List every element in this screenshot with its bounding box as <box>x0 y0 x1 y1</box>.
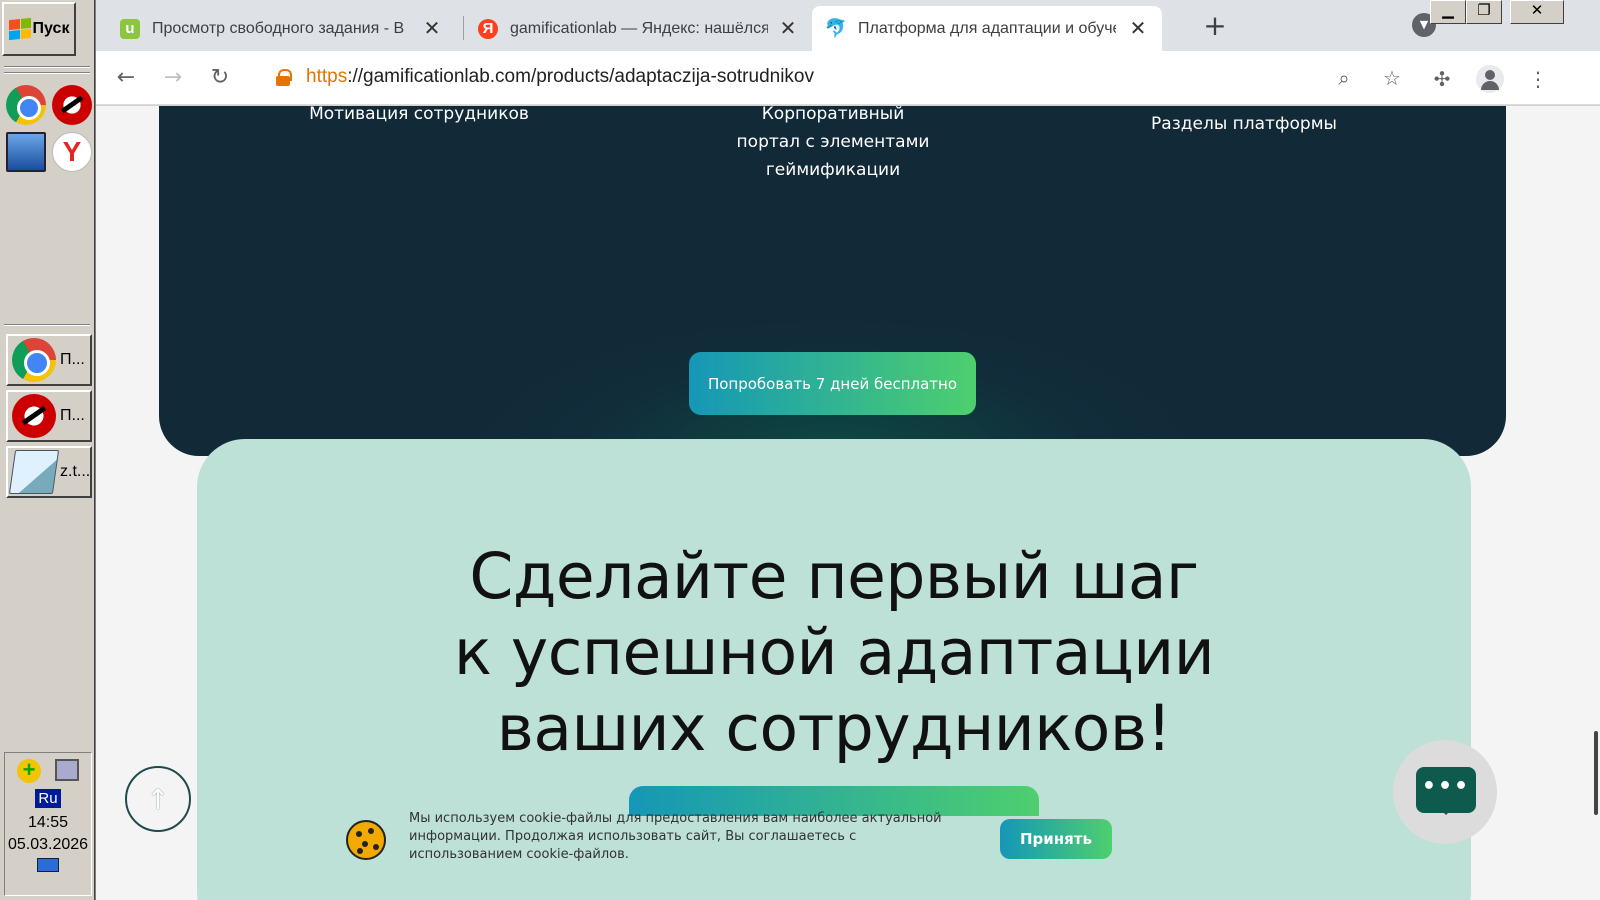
task-button-notepad[interactable]: z.t... <box>6 446 92 498</box>
close-tab-icon[interactable]: ✕ <box>778 16 798 41</box>
yandex-favicon-icon: Я <box>478 18 498 39</box>
tab-yandex-search[interactable]: Я gamificationlab — Яндекс: нашёлся ✕ <box>464 6 812 51</box>
tab-task-view[interactable]: u Просмотр свободного задания - В ✕ <box>106 6 456 51</box>
clock-date: 05.03.2026 <box>7 836 89 853</box>
feature-motivation-label[interactable]: Мотивация сотрудников <box>309 106 529 128</box>
chat-widget-button[interactable]: ••• <box>1393 740 1497 844</box>
tab-title: gamificationlab — Яндекс: нашёлся <box>510 19 768 37</box>
tab-title: Просмотр свободного задания - В <box>152 19 405 37</box>
taskbar: Пуск Y П... П... z.t... + Ru 14:55 05.03… <box>0 0 96 900</box>
reload-icon[interactable]: ↻ <box>204 62 236 94</box>
cta-heading: Сделайте первый шаг к успешной адаптации… <box>453 540 1215 765</box>
tab-platform-active[interactable]: 🐬 Платформа для адаптации и обуче ✕ <box>812 6 1162 51</box>
profile-avatar-icon[interactable] <box>1476 65 1504 93</box>
task-button-opera[interactable]: П... <box>6 390 92 442</box>
address-bar[interactable]: https://gamificationlab.com/products/ada… <box>264 57 1536 99</box>
extensions-icon[interactable]: ✣ <box>1428 65 1456 93</box>
browser-window: u Просмотр свободного задания - В ✕ Я ga… <box>96 0 1600 900</box>
chat-bubble-icon: ••• <box>1416 767 1476 815</box>
taskbar-separator <box>4 72 90 74</box>
start-label: Пуск <box>32 20 70 37</box>
accept-cookies-button[interactable]: Принять <box>1000 819 1112 859</box>
feature-sections-label[interactable]: Разделы платформы <box>1134 110 1354 138</box>
task-label: П... <box>60 351 85 368</box>
quicklaunch-yandex-icon[interactable]: Y <box>52 132 92 172</box>
url-text[interactable]: https://gamificationlab.com/products/ada… <box>306 66 814 88</box>
close-window-icon[interactable]: ✕ <box>1510 0 1564 24</box>
task-label: П... <box>60 407 85 424</box>
scrollbar-thumb[interactable] <box>1594 731 1598 815</box>
close-tab-icon[interactable]: ✕ <box>422 16 442 41</box>
system-tray: + Ru 14:55 05.03.2026 <box>4 752 92 896</box>
feature-portal-label[interactable]: Корпоративный портал с элементами геймиф… <box>713 106 953 184</box>
arrow-up-icon: ↑ <box>146 782 170 816</box>
start-button[interactable]: Пуск <box>2 2 76 56</box>
chrome-icon <box>12 338 56 382</box>
gamificationlab-favicon-icon: 🐬 <box>824 18 848 39</box>
cookie-banner: Мы используем cookie-файлы для предостав… <box>346 792 1246 896</box>
bookmark-star-icon[interactable]: ☆ <box>1380 66 1404 90</box>
opera-icon <box>12 394 56 438</box>
forward-icon[interactable]: → <box>157 62 189 94</box>
windows-logo-icon <box>8 17 31 41</box>
new-tab-icon[interactable]: + <box>1199 11 1231 43</box>
cookie-text: Мы используем cookie-файлы для предостав… <box>409 811 942 862</box>
scroll-to-top-button[interactable]: ↑ <box>125 766 191 832</box>
restore-icon[interactable]: ❐ <box>1466 0 1502 24</box>
tab-strip: u Просмотр свободного задания - В ✕ Я ga… <box>96 0 1600 51</box>
u-favicon-icon: u <box>120 18 140 39</box>
quicklaunch-chrome-icon[interactable] <box>6 85 46 125</box>
taskbar-separator <box>4 324 90 326</box>
tray-network-icon[interactable] <box>55 759 79 781</box>
minimize-icon[interactable]: ▁ <box>1430 0 1466 24</box>
platform-features-section: Мотивация сотрудников Корпоративный порт… <box>159 106 1506 456</box>
quicklaunch-desktop-icon[interactable] <box>6 132 46 172</box>
tray-monitor-icon[interactable] <box>37 858 59 872</box>
browser-toolbar: ← → ↻ https://gamificationlab.com/produc… <box>96 51 1600 105</box>
close-tab-icon[interactable]: ✕ <box>1128 16 1148 41</box>
menu-icon[interactable]: ⋮ <box>1524 65 1552 93</box>
clock-time: 14:55 <box>27 814 69 831</box>
zoom-icon[interactable]: ⌕ <box>1332 66 1356 90</box>
notepad-icon <box>8 450 60 494</box>
back-icon[interactable]: ← <box>110 62 142 94</box>
taskbar-separator <box>4 66 90 68</box>
page-scrollbar[interactable] <box>1586 106 1600 900</box>
free-trial-button[interactable]: Попробовать 7 дней бесплатно <box>689 352 976 415</box>
task-button-chrome[interactable]: П... <box>6 334 92 386</box>
cookie-icon <box>346 820 386 860</box>
quicklaunch-opera-icon[interactable] <box>52 85 92 125</box>
tray-add-icon[interactable]: + <box>17 759 41 783</box>
tab-title: Платформа для адаптации и обуче <box>858 19 1116 37</box>
task-label: z.t... <box>60 463 91 480</box>
language-indicator[interactable]: Ru <box>35 789 61 808</box>
lock-icon[interactable] <box>276 69 292 86</box>
page-viewport: Мотивация сотрудников Корпоративный порт… <box>96 106 1600 900</box>
